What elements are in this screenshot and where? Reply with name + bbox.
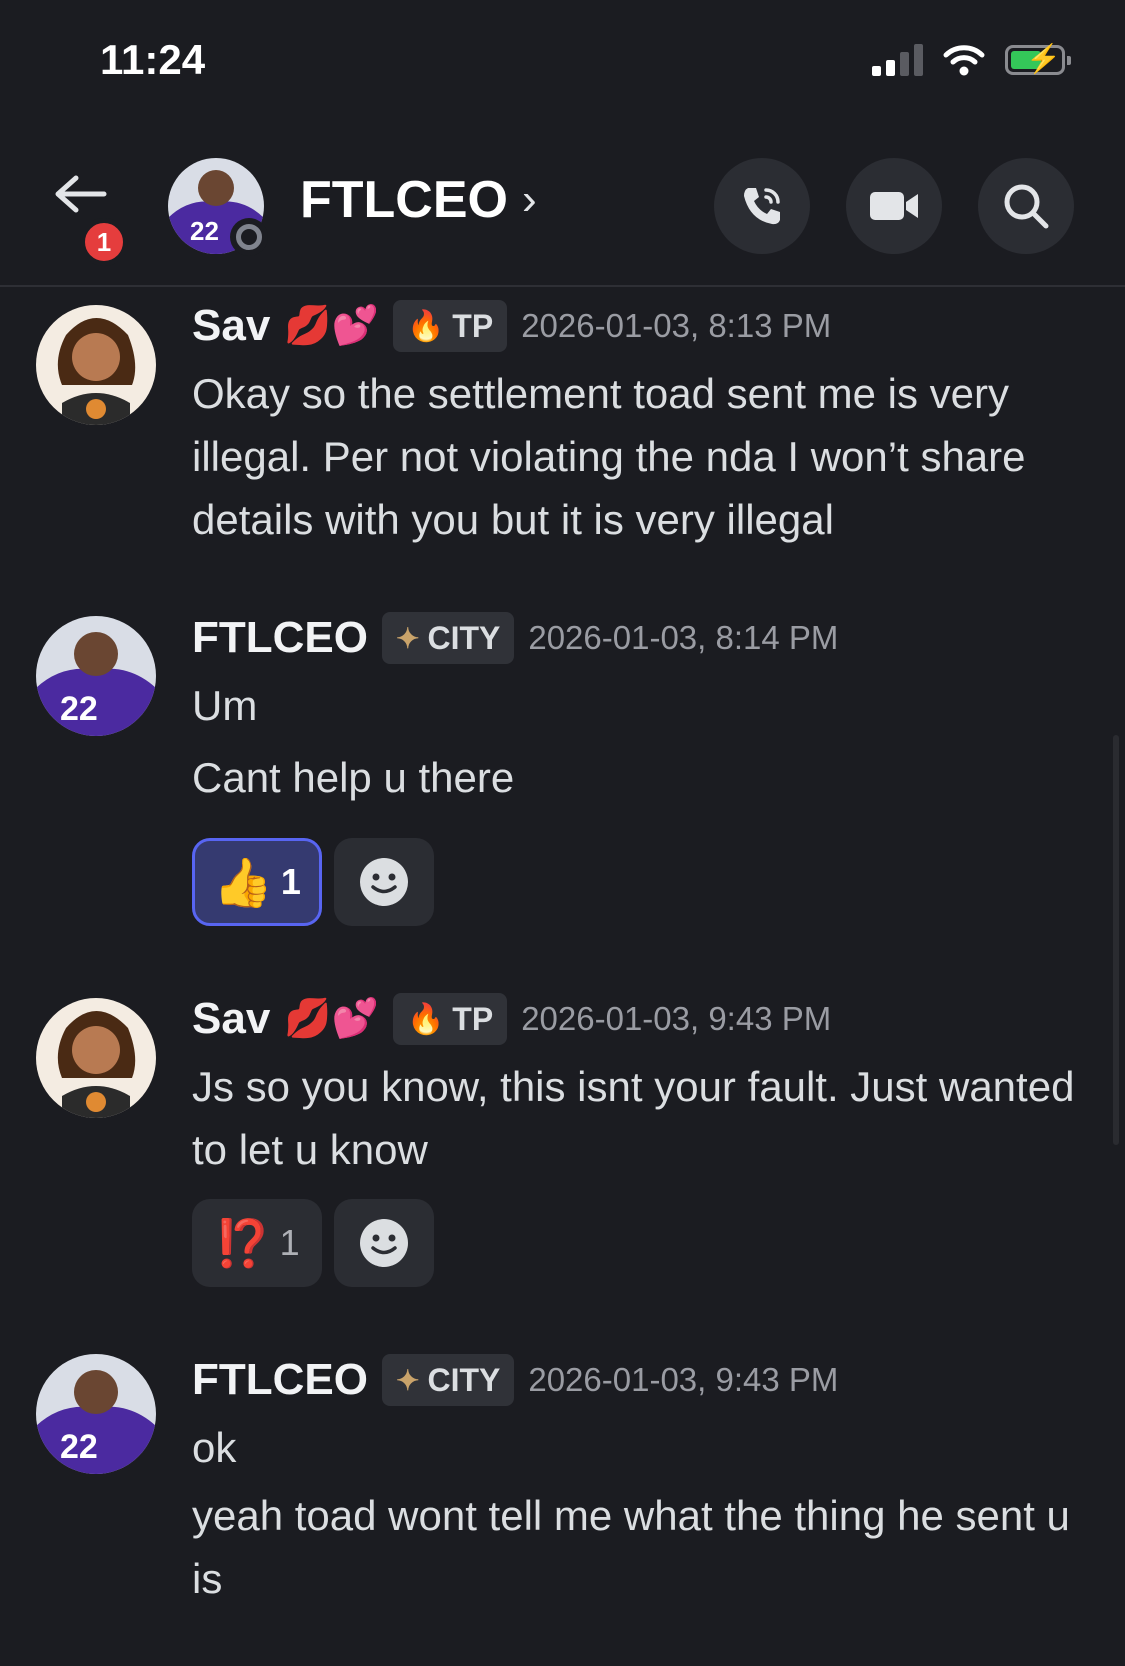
username-decoration: 💋💕 xyxy=(284,998,379,1040)
timestamp: 2026-01-03, 8:14 PM xyxy=(528,619,839,656)
message-header: Sav 💋💕 🔥 TP 2026-01-03, 8:13 PM xyxy=(192,300,831,352)
timestamp: 2026-01-03, 8:13 PM xyxy=(521,307,832,344)
status-bar: 11:24 ⚡ xyxy=(0,0,1125,120)
svg-text:22: 22 xyxy=(60,690,98,728)
message-text: yeah toad wont tell me what the thing he… xyxy=(192,1492,1070,1602)
arrow-left-icon xyxy=(55,175,107,213)
message-text: ok xyxy=(192,1424,237,1471)
username[interactable]: Sav xyxy=(192,301,270,351)
timestamp: 2026-01-03, 9:43 PM xyxy=(528,1361,839,1398)
reaction-bar: ⁉️ 1 xyxy=(192,1199,434,1287)
search-button[interactable] xyxy=(978,158,1074,254)
message-text: Um xyxy=(192,682,258,729)
server-tag[interactable]: ✦ CITY xyxy=(381,1354,515,1406)
cellular-signal-icon xyxy=(872,44,923,76)
flame-icon: 🔥 xyxy=(406,1002,445,1036)
username[interactable]: Sav xyxy=(192,994,270,1044)
channel-name: FTLCEO xyxy=(300,171,508,229)
message-header: FTLCEO ✦ CITY 2026-01-03, 8:14 PM xyxy=(192,612,838,664)
reaction-bar: 👍 1 xyxy=(192,838,434,926)
reaction-count: 1 xyxy=(280,861,301,902)
avatar[interactable] xyxy=(36,998,156,1118)
server-tag-label: CITY xyxy=(427,1361,501,1398)
status-indicator xyxy=(230,218,268,256)
battery-charging-icon: ⚡ xyxy=(1005,44,1071,75)
timestamp: 2026-01-03, 9:43 PM xyxy=(521,1000,832,1037)
message-text: Cant help u there xyxy=(192,754,515,801)
avatar[interactable]: 22 xyxy=(36,616,156,736)
server-tag[interactable]: ✦ CITY xyxy=(381,612,515,664)
status-time: 11:24 xyxy=(100,36,206,83)
reaction-thumbs-up[interactable]: 👍 1 xyxy=(192,838,322,926)
scrollbar[interactable] xyxy=(1113,735,1119,1145)
message-text: Js so you know, this isnt your fault. Ju… xyxy=(192,1063,1075,1173)
channel-title[interactable]: FTLCEO › xyxy=(300,170,537,230)
video-camera-icon xyxy=(870,192,918,220)
video-call-button[interactable] xyxy=(846,158,942,254)
search-icon xyxy=(1004,184,1049,229)
reaction-count: 1 xyxy=(279,1222,300,1263)
flame-icon: 🔥 xyxy=(406,309,445,343)
avatar[interactable]: 22 xyxy=(36,1354,156,1474)
smiley-add-icon xyxy=(360,1219,408,1267)
avatar[interactable] xyxy=(36,305,156,425)
smiley-add-icon xyxy=(360,858,408,906)
thumbs-up-icon: 👍 xyxy=(213,856,273,910)
chat-header: 1 22 FTLCEO › xyxy=(0,140,1125,287)
sparkle-icon: ✦ xyxy=(395,1364,420,1396)
message-header: Sav 💋💕 🔥 TP 2026-01-03, 9:43 PM xyxy=(192,993,831,1045)
server-tag[interactable]: 🔥 TP xyxy=(392,993,508,1045)
add-reaction-button[interactable] xyxy=(334,838,434,926)
voice-call-button[interactable] xyxy=(714,158,810,254)
server-tag-label: TP xyxy=(452,1000,494,1037)
server-tag-label: TP xyxy=(452,307,494,344)
message-header: FTLCEO ✦ CITY 2026-01-03, 9:43 PM xyxy=(192,1354,838,1406)
svg-text:22: 22 xyxy=(60,1428,98,1466)
interrobang-icon: ⁉️ xyxy=(214,1216,272,1269)
chevron-right-icon: › xyxy=(521,175,537,224)
sparkle-icon: ✦ xyxy=(395,622,420,654)
username[interactable]: FTLCEO xyxy=(192,613,368,663)
reaction-interrobang[interactable]: ⁉️ 1 xyxy=(192,1199,322,1287)
svg-text:22: 22 xyxy=(190,216,219,246)
server-tag-label: CITY xyxy=(427,619,501,656)
unread-badge: 1 xyxy=(80,218,128,266)
username[interactable]: FTLCEO xyxy=(192,1355,368,1405)
username-decoration: 💋💕 xyxy=(284,305,379,347)
phone-icon xyxy=(744,188,780,225)
server-tag[interactable]: 🔥 TP xyxy=(392,300,508,352)
add-reaction-button[interactable] xyxy=(334,1199,434,1287)
message-text: Okay so the settlement toad sent me is v… xyxy=(192,370,1026,543)
wifi-icon xyxy=(943,45,985,76)
